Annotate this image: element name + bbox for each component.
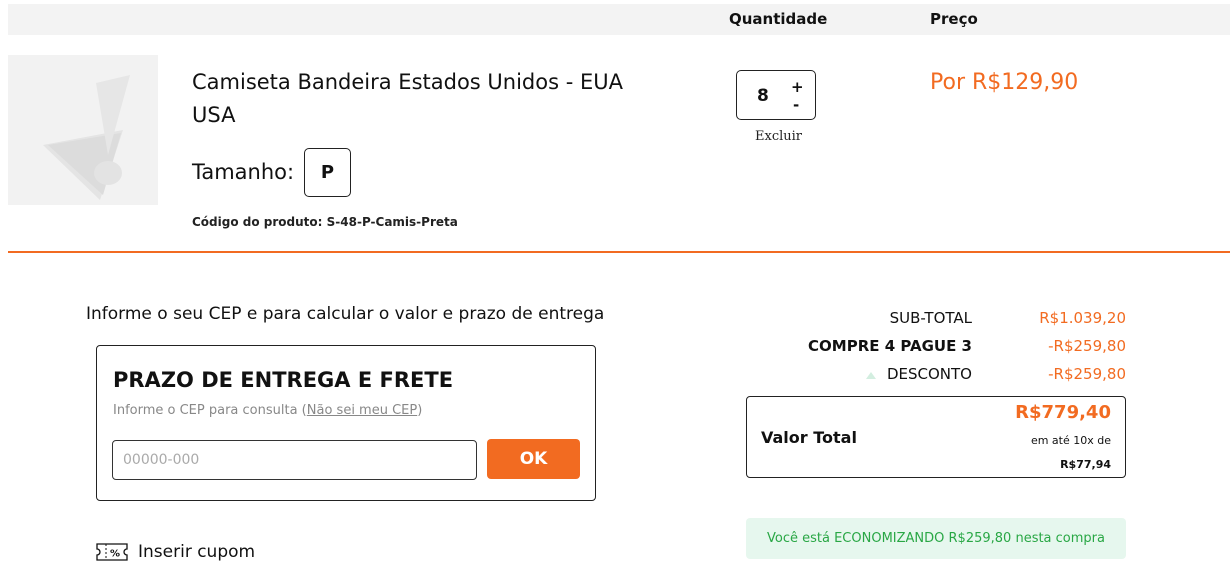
- size-label: Tamanho:: [192, 160, 295, 184]
- shipping-hint-end: ): [417, 403, 423, 418]
- remove-item-link[interactable]: Excluir: [755, 129, 802, 144]
- size-value-badge: P: [304, 148, 351, 197]
- product-name[interactable]: Camiseta Bandeira Estados Unidos - EUA U…: [192, 66, 632, 132]
- promo-label: COMPRE 4 PAGUE 3: [808, 337, 972, 355]
- shipping-title: PRAZO DE ENTREGA E FRETE: [113, 368, 454, 392]
- total-box: Valor Total R$779,40 em até 10x de R$77,…: [746, 396, 1126, 478]
- product-image[interactable]: [8, 55, 158, 239]
- quantity-stepper[interactable]: 8 + -: [736, 70, 816, 120]
- total-label: Valor Total: [761, 428, 857, 447]
- quantity-increase-button[interactable]: +: [791, 78, 804, 96]
- installment-value: R$77,94: [1060, 458, 1111, 471]
- installment-text: em até 10x de: [1030, 434, 1111, 447]
- quantity-value: 8: [757, 86, 769, 106]
- quantity-column-header: Quantidade: [729, 10, 828, 28]
- discount-label: DESCONTO: [886, 365, 972, 383]
- calculate-shipping-button[interactable]: OK: [487, 439, 580, 479]
- unknown-cep-link[interactable]: Não sei meu CEP: [307, 403, 417, 418]
- shipping-calculator-box: PRAZO DE ENTREGA E FRETE Informe o CEP p…: [96, 345, 596, 501]
- shipping-intro-text: Informe o seu CEP e para calcular o valo…: [86, 304, 605, 324]
- product-code-value: S-48-P-Camis-Preta: [326, 215, 458, 229]
- shipping-hint: Informe o CEP para consulta (Não sei meu…: [113, 403, 422, 418]
- price-column-header: Preço: [930, 10, 978, 28]
- cep-input[interactable]: [112, 440, 477, 480]
- subtotal-label: SUB-TOTAL: [889, 309, 972, 327]
- product-price: Por R$129,90: [930, 70, 1079, 95]
- product-code-label: Código do produto:: [192, 215, 323, 229]
- quantity-decrease-button[interactable]: -: [793, 96, 799, 114]
- savings-banner: Você está ECONOMIZANDO R$259,80 nesta co…: [746, 518, 1126, 559]
- subtotal-value: R$1.039,20: [1039, 309, 1126, 327]
- coupon-label: Inserir cupom: [138, 542, 256, 562]
- cart-header-bar: [8, 4, 1230, 35]
- promo-value: -R$259,80: [1048, 337, 1126, 355]
- product-code: Código do produto: S-48-P-Camis-Preta: [192, 215, 458, 229]
- cart-divider: [8, 251, 1230, 253]
- svg-text:%: %: [110, 549, 120, 560]
- insert-coupon-link[interactable]: % Inserir cupom: [96, 542, 255, 562]
- coupon-ticket-icon: %: [96, 543, 128, 561]
- total-value: R$779,40: [1015, 402, 1111, 423]
- shipping-hint-text: Informe o CEP para consulta (: [113, 403, 307, 418]
- image-placeholder-icon: [43, 75, 130, 239]
- discount-value: -R$259,80: [1048, 365, 1126, 383]
